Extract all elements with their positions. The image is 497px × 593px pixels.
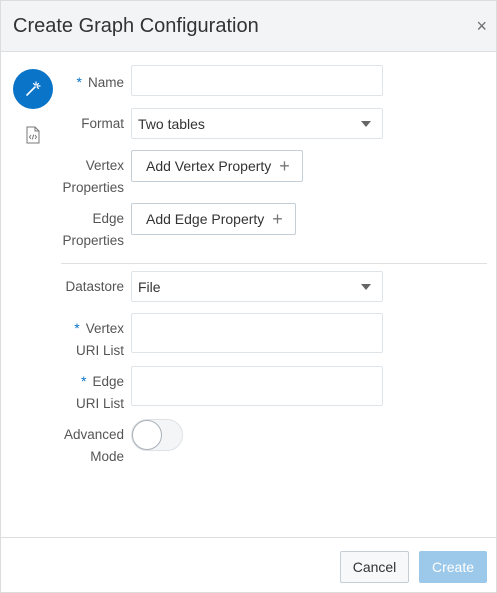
cancel-button[interactable]: Cancel	[340, 551, 409, 583]
vertex-properties-label: Vertex Properties	[1, 155, 124, 199]
plus-icon: +	[272, 209, 283, 229]
caret-down-icon	[361, 284, 371, 290]
toggle-knob	[132, 420, 162, 450]
format-label: Format	[81, 116, 124, 131]
vertex-uri-list-label-line2: URI List	[75, 343, 124, 358]
add-edge-property-button[interactable]: Add Edge Property +	[131, 203, 296, 235]
name-label-text: Name	[87, 75, 124, 90]
create-graph-dialog: Create Graph Configuration × * Name Forma…	[0, 0, 497, 593]
edge-properties-label-line2: Properties	[62, 233, 124, 248]
vertex-properties-label-line2: Properties	[62, 180, 124, 195]
name-label: * Name	[1, 71, 124, 94]
datastore-select[interactable]: File	[131, 271, 383, 302]
dialog-header: Create Graph Configuration ×	[1, 1, 496, 52]
dialog-title: Create Graph Configuration	[13, 15, 259, 37]
required-marker: *	[81, 373, 87, 389]
section-divider	[61, 263, 487, 264]
advanced-mode-toggle[interactable]	[131, 419, 183, 451]
advanced-mode-label-line1: Advanced	[63, 427, 124, 442]
edge-uri-list-label: * Edge URI List	[1, 370, 124, 415]
add-edge-property-label: Add Edge Property	[146, 211, 265, 227]
name-input[interactable]	[131, 65, 383, 96]
datastore-label: Datastore	[65, 279, 124, 294]
edge-uri-list-input[interactable]	[131, 366, 383, 406]
close-icon[interactable]: ×	[476, 16, 487, 36]
caret-down-icon	[361, 121, 371, 127]
vertex-uri-list-label: * Vertex URI List	[1, 317, 124, 362]
edge-properties-label-line1: Edge	[92, 211, 124, 226]
footer-divider	[1, 537, 496, 538]
datastore-select-value: File	[138, 279, 161, 295]
add-vertex-property-button[interactable]: Add Vertex Property +	[131, 150, 303, 182]
vertex-uri-list-input[interactable]	[131, 313, 383, 353]
vertex-uri-list-label-line1: Vertex	[85, 321, 124, 336]
advanced-mode-label-line2: Mode	[90, 449, 124, 464]
edge-uri-list-label-line1: Edge	[92, 374, 124, 389]
plus-icon: +	[279, 156, 290, 176]
advanced-mode-label: Advanced Mode	[1, 424, 124, 468]
vertex-properties-label-line1: Vertex	[85, 158, 124, 173]
add-vertex-property-label: Add Vertex Property	[146, 158, 272, 174]
edge-uri-list-label-line2: URI List	[75, 396, 124, 411]
required-marker: *	[74, 320, 80, 336]
create-button[interactable]: Create	[419, 551, 487, 583]
edge-properties-label: Edge Properties	[1, 208, 124, 252]
required-marker: *	[76, 74, 82, 90]
format-select-value: Two tables	[138, 116, 205, 132]
format-select[interactable]: Two tables	[131, 108, 383, 139]
